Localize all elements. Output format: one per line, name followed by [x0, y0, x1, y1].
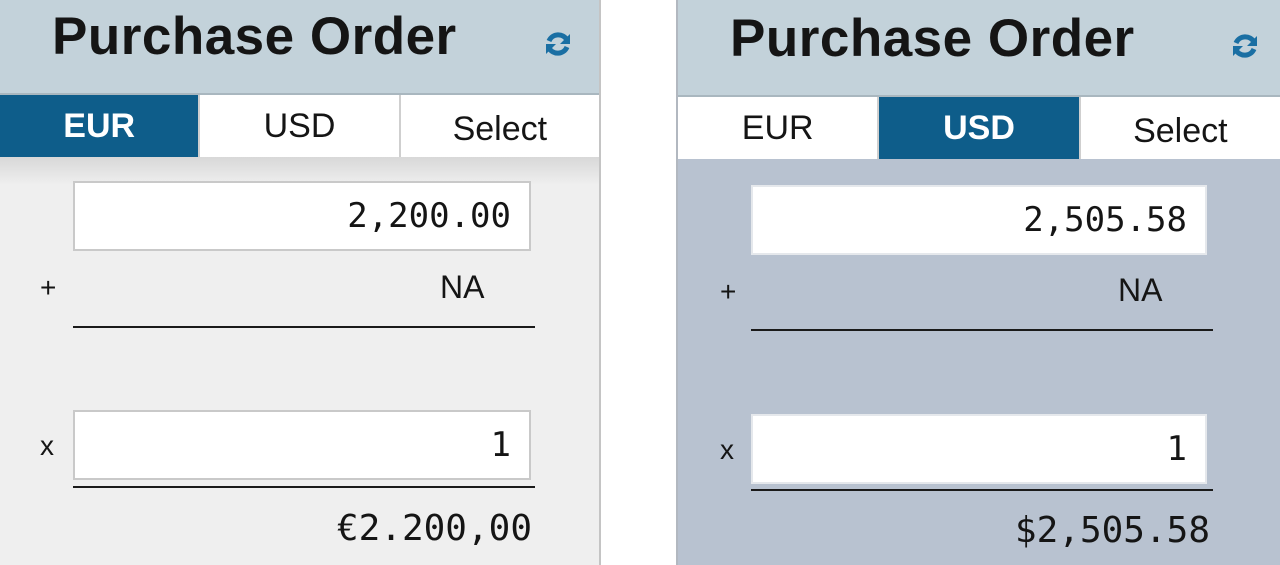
subtotal-rule: [751, 329, 1213, 331]
subtotal-rule: [73, 326, 535, 328]
addend-value: NA: [440, 269, 485, 305]
tab-usd[interactable]: USD: [200, 95, 401, 157]
amount-field[interactable]: 2,200.00: [73, 181, 531, 251]
total-amount: €2.200,00: [336, 508, 532, 549]
purchase-order-panel-eur: Purchase Order EUR USD Select 2,200.00 +…: [0, 0, 601, 565]
multiply-sign: x: [40, 430, 54, 461]
panel-header: Purchase Order: [678, 0, 1280, 97]
quantity-field[interactable]: 1: [73, 410, 531, 480]
total-amount: $2,505.58: [1014, 510, 1210, 551]
panel-title: Purchase Order: [52, 7, 457, 66]
tab-select[interactable]: Select: [1080, 97, 1280, 159]
addend-value: NA: [1118, 272, 1163, 308]
currency-tabs: EUR USD Select: [678, 97, 1280, 159]
panel-title: Purchase Order: [730, 9, 1135, 68]
currency-tabs: EUR USD Select: [0, 95, 599, 157]
purchase-order-panel-usd: Purchase Order EUR USD Select 2,505.58 +…: [676, 0, 1280, 565]
plus-sign: +: [40, 272, 57, 303]
tab-usd[interactable]: USD: [879, 97, 1081, 159]
multiply-sign: x: [720, 434, 734, 465]
total-rule: [751, 489, 1213, 491]
refresh-icon[interactable]: [1230, 31, 1260, 61]
total-rule: [73, 486, 535, 488]
refresh-icon[interactable]: [543, 29, 573, 59]
panel-header: Purchase Order: [0, 0, 599, 95]
plus-sign: +: [720, 276, 737, 307]
quantity-field[interactable]: 1: [751, 414, 1207, 484]
tab-eur[interactable]: EUR: [0, 95, 201, 157]
amount-field[interactable]: 2,505.58: [751, 185, 1207, 255]
tab-select[interactable]: Select: [400, 95, 599, 157]
tab-eur[interactable]: EUR: [678, 97, 880, 159]
